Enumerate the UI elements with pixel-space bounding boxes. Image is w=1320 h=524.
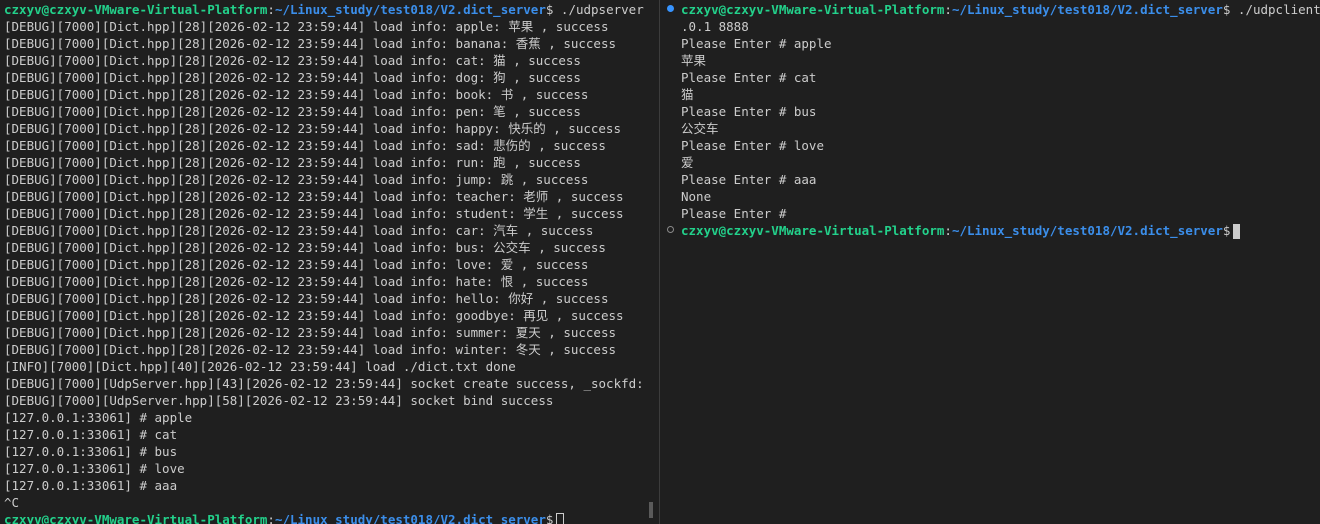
log-line: [DEBUG][7000][Dict.hpp][28][2026-02-12 2… bbox=[4, 87, 589, 102]
prompt-symbol: $ bbox=[545, 512, 554, 524]
request-line: [127.0.0.1:33061] # bus bbox=[4, 444, 178, 459]
log-line: [DEBUG][7000][Dict.hpp][28][2026-02-12 2… bbox=[4, 70, 581, 85]
terminal-cursor bbox=[556, 513, 565, 524]
prompt-command: ./udpclient 127.0 bbox=[1237, 2, 1320, 17]
log-line: [DEBUG][7000][Dict.hpp][28][2026-02-12 2… bbox=[4, 121, 621, 136]
log-line: [INFO][7000][Dict.hpp][40][2026-02-12 23… bbox=[4, 359, 516, 374]
client-line: Please Enter # aaa bbox=[681, 172, 817, 187]
request-line: [127.0.0.1:33061] # aaa bbox=[4, 478, 178, 493]
terminal-window: czxyv@czxyv-VMware-Virtual-Platform:~/Li… bbox=[0, 0, 1320, 524]
log-line: [DEBUG][7000][Dict.hpp][28][2026-02-12 2… bbox=[4, 308, 624, 323]
prompt-command: ./udpserver 8888 bbox=[560, 2, 644, 17]
log-line: [DEBUG][7000][UdpServer.hpp][43][2026-02… bbox=[4, 376, 646, 391]
server-output: czxyv@czxyv-VMware-Virtual-Platform:~/Li… bbox=[4, 1, 646, 524]
log-line: [DEBUG][7000][Dict.hpp][28][2026-02-12 2… bbox=[4, 325, 616, 340]
log-line: [DEBUG][7000][Dict.hpp][28][2026-02-12 2… bbox=[4, 138, 606, 153]
server-shell-prompt[interactable]: czxyv@czxyv-VMware-Virtual-Platform:~/Li… bbox=[4, 511, 646, 524]
log-line: [DEBUG][7000][Dict.hpp][28][2026-02-12 2… bbox=[4, 53, 581, 68]
server-command-prompt: czxyv@czxyv-VMware-Virtual-Platform:~/Li… bbox=[4, 1, 646, 18]
log-line: [DEBUG][7000][Dict.hpp][28][2026-02-12 2… bbox=[4, 206, 624, 221]
prompt-path: ~/Linux_study/test018/V2.dict_server bbox=[274, 2, 546, 17]
server-terminal-pane[interactable]: czxyv@czxyv-VMware-Virtual-Platform:~/Li… bbox=[0, 0, 646, 524]
scrollbar-thumb[interactable] bbox=[649, 502, 653, 518]
client-line: Please Enter # apple bbox=[681, 36, 832, 51]
client-line: Please Enter # bbox=[681, 206, 787, 221]
client-terminal-pane[interactable]: czxyv@czxyv-VMware-Virtual-Platform:~/Li… bbox=[661, 0, 1320, 524]
client-line: Please Enter # bus bbox=[681, 104, 817, 119]
log-line: [DEBUG][7000][UdpServer.hpp][58][2026-02… bbox=[4, 393, 554, 408]
log-line: [DEBUG][7000][Dict.hpp][28][2026-02-12 2… bbox=[4, 274, 589, 289]
interrupt-line: ^C bbox=[4, 495, 20, 510]
request-line: [127.0.0.1:33061] # cat bbox=[4, 427, 178, 442]
client-line: Please Enter # cat bbox=[681, 70, 817, 85]
request-line: [127.0.0.1:33061] # love bbox=[4, 461, 185, 476]
client-shell-prompt[interactable]: czxyv@czxyv-VMware-Virtual-Platform:~/Li… bbox=[667, 222, 1320, 239]
request-line: [127.0.0.1:33061] # apple bbox=[4, 410, 193, 425]
log-line: [DEBUG][7000][Dict.hpp][28][2026-02-12 2… bbox=[4, 342, 616, 357]
client-line: .0.1 8888 bbox=[681, 19, 749, 34]
client-line: Please Enter # love bbox=[681, 138, 824, 153]
log-line: [DEBUG][7000][Dict.hpp][28][2026-02-12 2… bbox=[4, 291, 609, 306]
terminal-cursor bbox=[1233, 224, 1241, 239]
prompt-path: ~/Linux_study/test018/V2.dict_server bbox=[274, 512, 546, 524]
log-line: [DEBUG][7000][Dict.hpp][28][2026-02-12 2… bbox=[4, 155, 581, 170]
prompt-user: czxyv@czxyv-VMware-Virtual-Platform bbox=[681, 2, 945, 17]
prompt-path: ~/Linux_study/test018/V2.dict_server bbox=[951, 2, 1223, 17]
log-line: [DEBUG][7000][Dict.hpp][28][2026-02-12 2… bbox=[4, 19, 609, 34]
client-line: 猫 bbox=[681, 87, 694, 102]
log-line: [DEBUG][7000][Dict.hpp][28][2026-02-12 2… bbox=[4, 104, 581, 119]
pane-divider[interactable] bbox=[659, 0, 660, 524]
client-output: czxyv@czxyv-VMware-Virtual-Platform:~/Li… bbox=[667, 1, 1320, 239]
client-line: 公交车 bbox=[681, 121, 719, 136]
log-line: [DEBUG][7000][Dict.hpp][28][2026-02-12 2… bbox=[4, 172, 589, 187]
command-pending-dot-icon[interactable] bbox=[667, 226, 674, 233]
prompt-user: czxyv@czxyv-VMware-Virtual-Platform bbox=[4, 2, 268, 17]
log-line: [DEBUG][7000][Dict.hpp][28][2026-02-12 2… bbox=[4, 257, 589, 272]
command-success-dot-icon[interactable] bbox=[667, 5, 674, 12]
client-command-prompt: czxyv@czxyv-VMware-Virtual-Platform:~/Li… bbox=[667, 1, 1320, 18]
prompt-symbol: $ bbox=[1222, 223, 1231, 238]
log-line: [DEBUG][7000][Dict.hpp][28][2026-02-12 2… bbox=[4, 36, 616, 51]
log-line: [DEBUG][7000][Dict.hpp][28][2026-02-12 2… bbox=[4, 223, 594, 238]
client-line: 苹果 bbox=[681, 53, 707, 68]
client-line: None bbox=[681, 189, 712, 204]
left-pane-scrollbar[interactable] bbox=[647, 0, 655, 524]
prompt-user: czxyv@czxyv-VMware-Virtual-Platform bbox=[681, 223, 945, 238]
prompt-path: ~/Linux_study/test018/V2.dict_server bbox=[951, 223, 1223, 238]
prompt-user: czxyv@czxyv-VMware-Virtual-Platform bbox=[4, 512, 268, 524]
client-line: 爱 bbox=[681, 155, 694, 170]
log-line: [DEBUG][7000][Dict.hpp][28][2026-02-12 2… bbox=[4, 189, 624, 204]
log-line: [DEBUG][7000][Dict.hpp][28][2026-02-12 2… bbox=[4, 240, 606, 255]
